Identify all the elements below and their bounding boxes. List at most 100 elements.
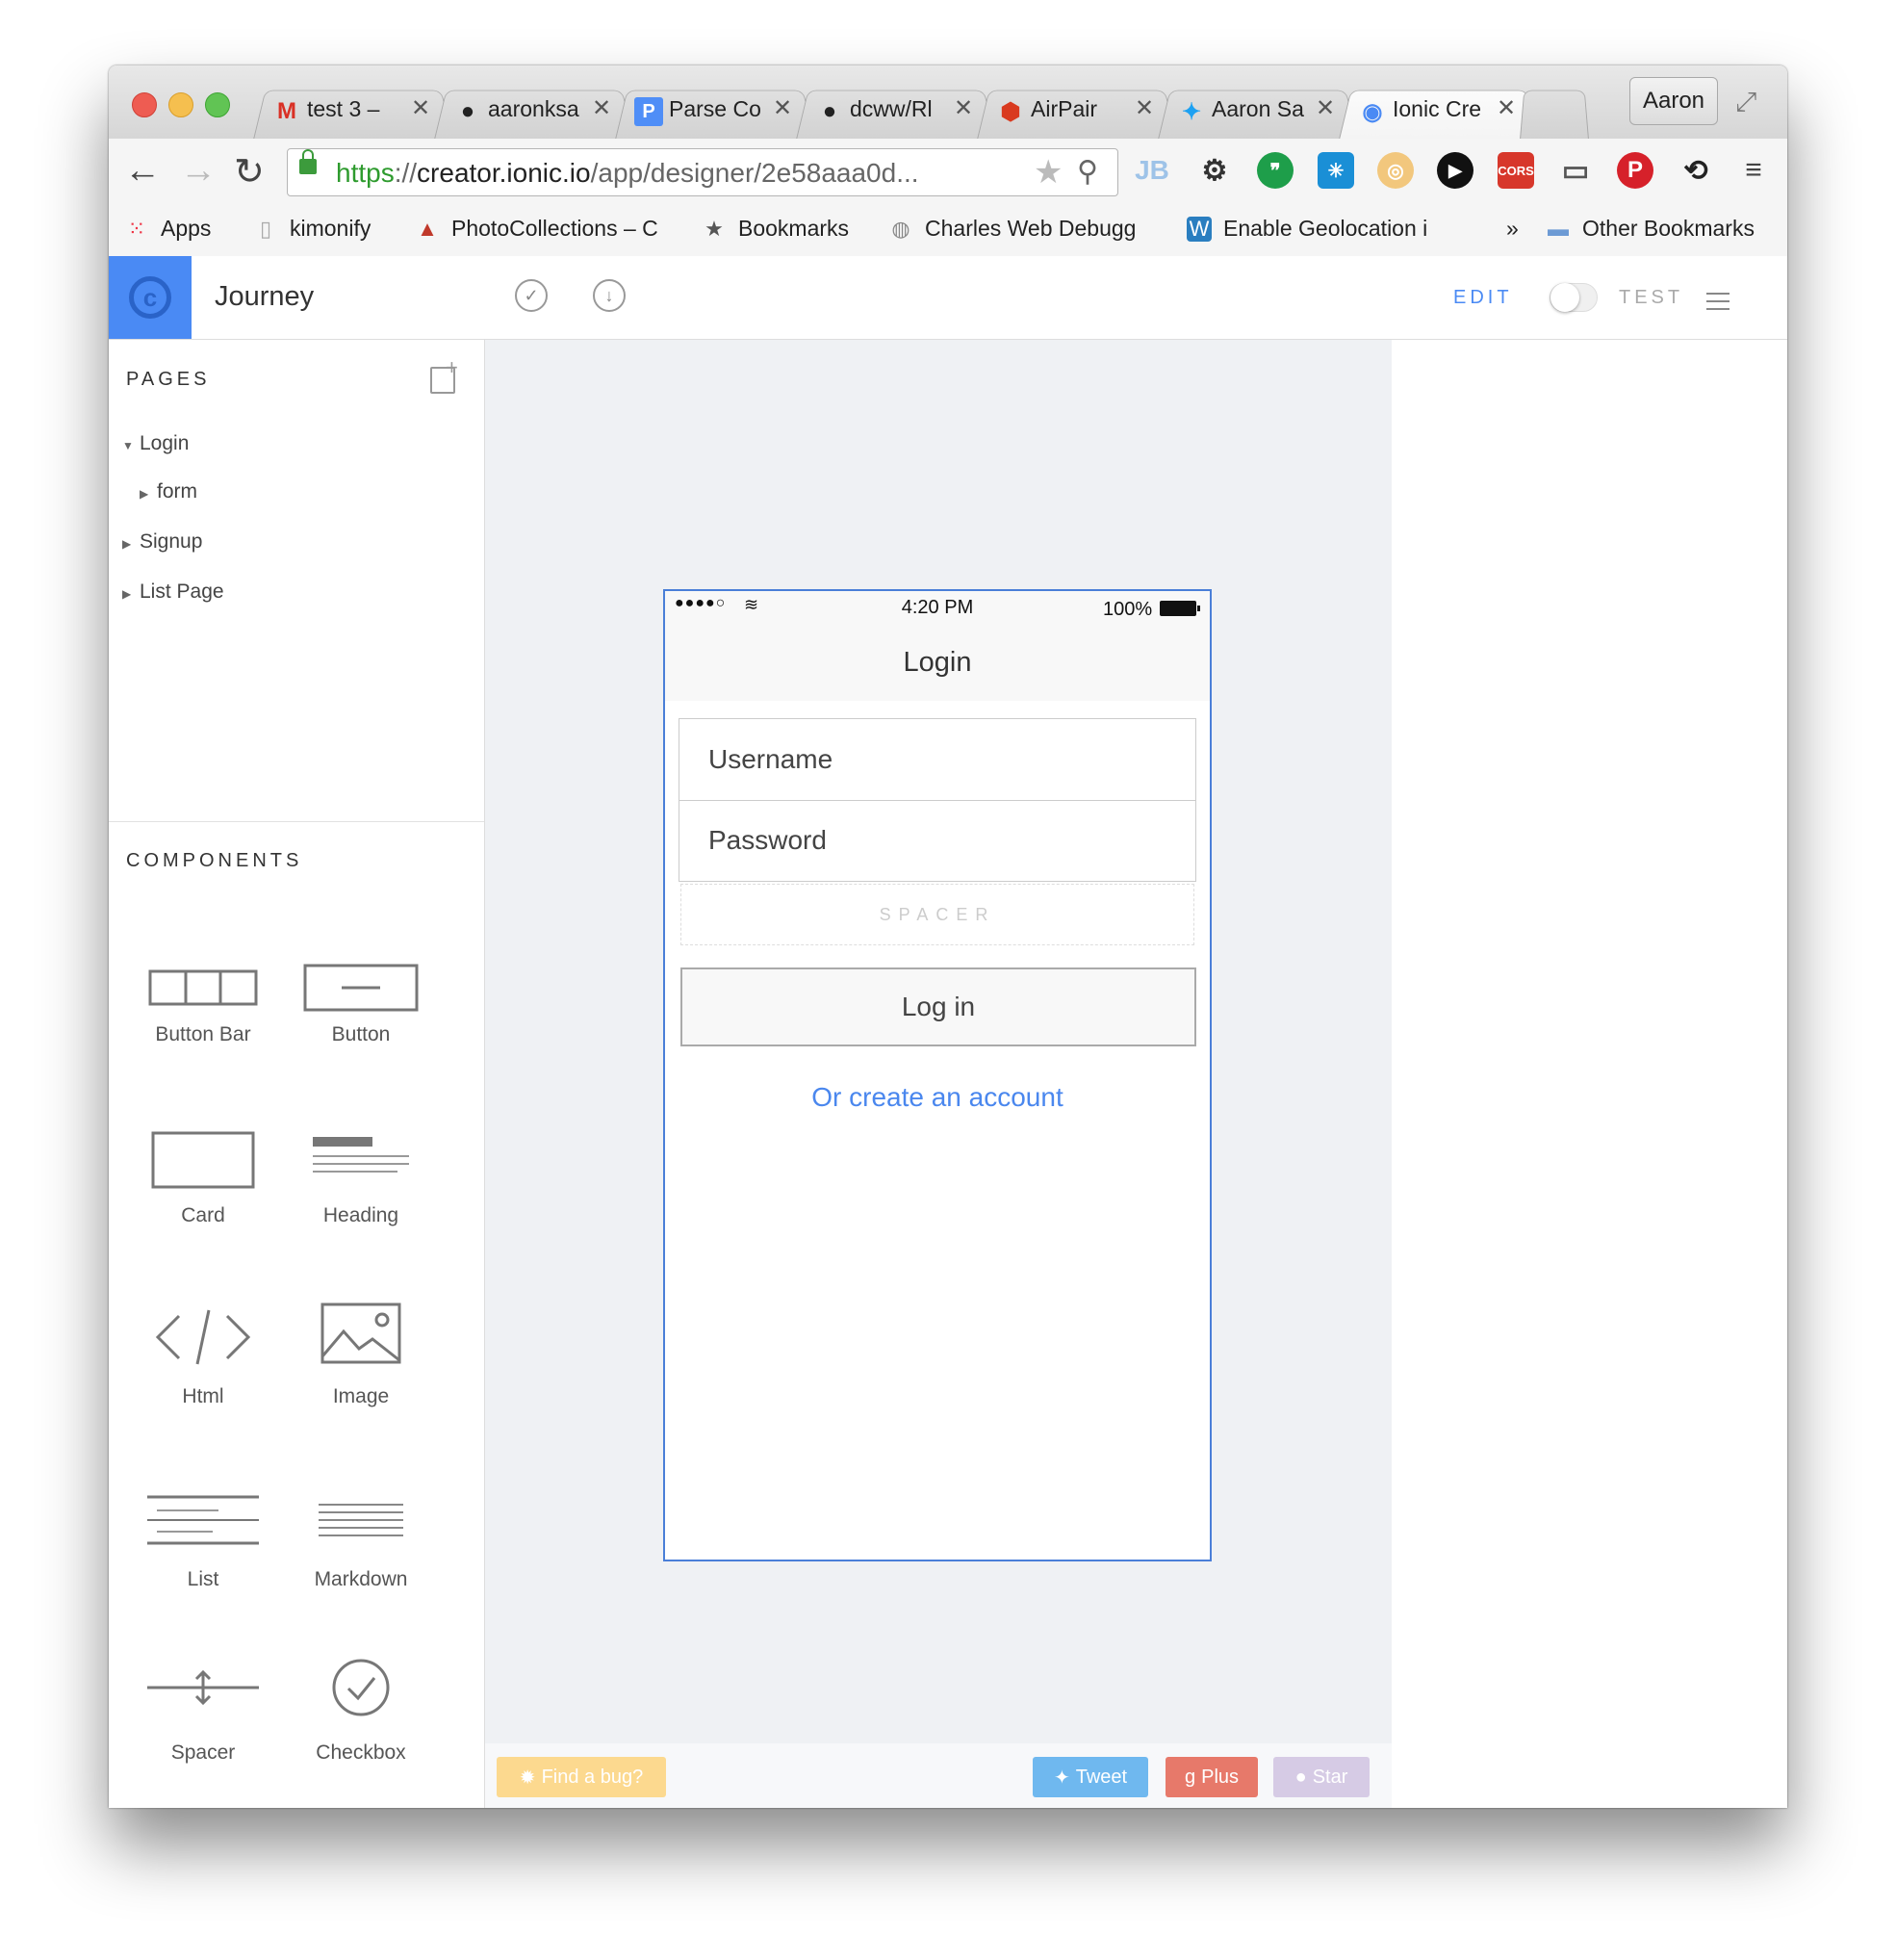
lock-icon [299, 149, 317, 174]
phone-page-title: Login [903, 647, 972, 678]
tab-parse[interactable]: P Parse Co ✕ [615, 83, 815, 140]
bookmark-kimonify[interactable]: ▯ kimonify [253, 216, 371, 242]
menu-icon[interactable] [1706, 293, 1729, 316]
edit-mode-label[interactable]: EDIT [1453, 287, 1513, 309]
component-card[interactable]: Card [126, 1098, 280, 1227]
heading-icon [284, 1098, 438, 1204]
component-image[interactable]: Image [284, 1279, 438, 1408]
component-spacer[interactable]: Spacer [126, 1636, 280, 1765]
spacer-block[interactable]: SPACER [680, 884, 1194, 945]
caret-right-icon[interactable]: ▶ [122, 537, 140, 551]
bookmark-star-icon[interactable]: ★ [1034, 153, 1063, 192]
wordpress-icon: W [1187, 216, 1212, 242]
test-mode-label[interactable]: TEST [1619, 287, 1683, 309]
login-form [679, 718, 1196, 882]
plus-button[interactable]: g Plus [1166, 1757, 1258, 1797]
walmart-extension-icon[interactable]: ✳ [1318, 152, 1354, 189]
component-label: Checkbox [316, 1741, 406, 1764]
ionic-logo-icon: c [129, 276, 171, 319]
page-item-login[interactable]: ▼ Login [122, 432, 189, 455]
tweet-label: Tweet [1075, 1766, 1128, 1788]
page-item-signup[interactable]: ▶ Signup [122, 530, 202, 554]
password-field[interactable] [679, 800, 1195, 881]
url-separator: :// [394, 158, 418, 188]
tweet-button[interactable]: ✦ Tweet [1033, 1757, 1148, 1797]
page-item-form[interactable]: ▶ form [140, 480, 197, 503]
username-input[interactable] [679, 719, 1170, 800]
component-button[interactable]: Button [284, 917, 438, 1046]
tab-github-dcww[interactable]: ● dcww/Rl ✕ [796, 83, 996, 140]
component-label: Button [331, 1023, 391, 1045]
username-field[interactable] [679, 719, 1195, 801]
profile-button[interactable]: Aaron [1629, 77, 1718, 125]
sync-extension-icon[interactable]: ⟲ [1678, 152, 1714, 189]
bookmark-charles[interactable]: ◍ Charles Web Debugg [888, 216, 1136, 242]
tab-title: test 3 – [307, 96, 380, 121]
component-markdown[interactable]: Markdown [284, 1462, 438, 1591]
bookmark-photocollections[interactable]: ▲ PhotoCollections – C [415, 216, 658, 242]
tab-airpair[interactable]: ⬢ AirPair ✕ [977, 83, 1177, 140]
chrome-menu-icon[interactable]: ≡ [1735, 152, 1772, 189]
pinterest-icon[interactable]: P [1617, 152, 1653, 189]
component-button-bar[interactable]: Button Bar [126, 917, 280, 1046]
close-window-button[interactable] [132, 92, 157, 117]
phone-preview[interactable]: ●●●●○ ≋ 4:20 PM 100% Login Username SPAC… [663, 589, 1212, 1561]
close-tab-icon[interactable]: ✕ [1316, 94, 1335, 122]
add-page-icon[interactable] [430, 355, 458, 394]
component-heading[interactable]: Heading [284, 1098, 438, 1227]
bookmark-geolocation[interactable]: W Enable Geolocation i [1187, 216, 1427, 242]
password-input[interactable] [679, 800, 1170, 881]
more-bookmarks-button[interactable]: » [1506, 216, 1519, 242]
folder-icon: ▬ [1548, 216, 1569, 241]
history-icon[interactable]: ✓ [515, 279, 548, 312]
new-tab-button[interactable] [1520, 83, 1589, 140]
bookmark-bookmarks[interactable]: ★ Bookmarks [702, 216, 849, 242]
star-button[interactable]: ● Star [1273, 1757, 1370, 1797]
address-bar[interactable]: https://creator.ionic.io/app/designer/2e… [287, 148, 1118, 196]
caret-right-icon[interactable]: ▶ [122, 587, 140, 601]
create-account-link[interactable]: Or create an account [665, 1082, 1210, 1113]
caret-down-icon[interactable]: ▼ [122, 439, 140, 452]
component-checkbox[interactable]: Checkbox [284, 1636, 438, 1765]
tab-title: Aaron Sa [1212, 96, 1304, 121]
cast-icon[interactable]: ▭ [1557, 152, 1594, 189]
reload-icon[interactable]: ↻ [234, 150, 265, 193]
pufferfish-extension-icon[interactable]: ◎ [1377, 152, 1414, 189]
lamp-extension-icon[interactable]: ⚙ [1196, 152, 1233, 189]
tab-strip: M test 3 – ✕ ● aaronksa ✕ P Parse Co ✕ ●… [109, 65, 1787, 140]
back-icon[interactable]: ← [124, 150, 161, 192]
close-tab-icon[interactable]: ✕ [1135, 94, 1154, 122]
tab-twitter[interactable]: ✦ Aaron Sa ✕ [1158, 83, 1358, 140]
page-label: form [157, 480, 197, 503]
close-tab-icon[interactable]: ✕ [773, 94, 792, 122]
minimize-window-button[interactable] [168, 92, 193, 117]
google-plus-icon: g [1184, 1766, 1196, 1788]
edit-test-toggle[interactable] [1550, 283, 1598, 312]
close-tab-icon[interactable]: ✕ [592, 94, 611, 122]
forward-icon[interactable]: → [180, 150, 217, 192]
zoom-icon[interactable]: ⚲ [1077, 155, 1098, 189]
jetbrains-extension-icon[interactable]: JB [1134, 152, 1170, 189]
close-tab-icon[interactable]: ✕ [411, 94, 430, 122]
find-bug-button[interactable]: ✹ Find a bug? [497, 1757, 666, 1797]
download-icon[interactable]: ↓ [593, 279, 626, 312]
close-tab-icon[interactable]: ✕ [1497, 94, 1516, 122]
page-item-list-page[interactable]: ▶ List Page [122, 580, 224, 604]
hangouts-extension-icon[interactable]: ❞ [1257, 152, 1294, 189]
tab-github-aaronksa[interactable]: ● aaronksa ✕ [434, 83, 634, 140]
caret-right-icon[interactable]: ▶ [140, 487, 157, 501]
ionic-logo[interactable]: c [109, 256, 192, 339]
tab-ionic-creator[interactable]: ◉ Ionic Cre ✕ [1339, 83, 1539, 140]
login-button[interactable]: Log in [680, 967, 1196, 1046]
component-html[interactable]: Html [126, 1279, 280, 1408]
fullscreen-icon[interactable]: ⤢ [1735, 87, 1756, 118]
ionic-icon: ◉ [1362, 98, 1383, 125]
play-extension-icon[interactable]: ▶ [1437, 152, 1473, 189]
tab-gmail[interactable]: M test 3 – ✕ [253, 83, 453, 140]
close-tab-icon[interactable]: ✕ [954, 94, 973, 122]
cors-extension-icon[interactable]: CORS [1498, 152, 1534, 189]
component-list[interactable]: List [126, 1462, 280, 1591]
other-bookmarks-folder[interactable]: ▬ Other Bookmarks [1546, 216, 1755, 242]
maximize-window-button[interactable] [205, 92, 230, 117]
bookmark-apps[interactable]: ⁙ Apps [124, 216, 212, 242]
